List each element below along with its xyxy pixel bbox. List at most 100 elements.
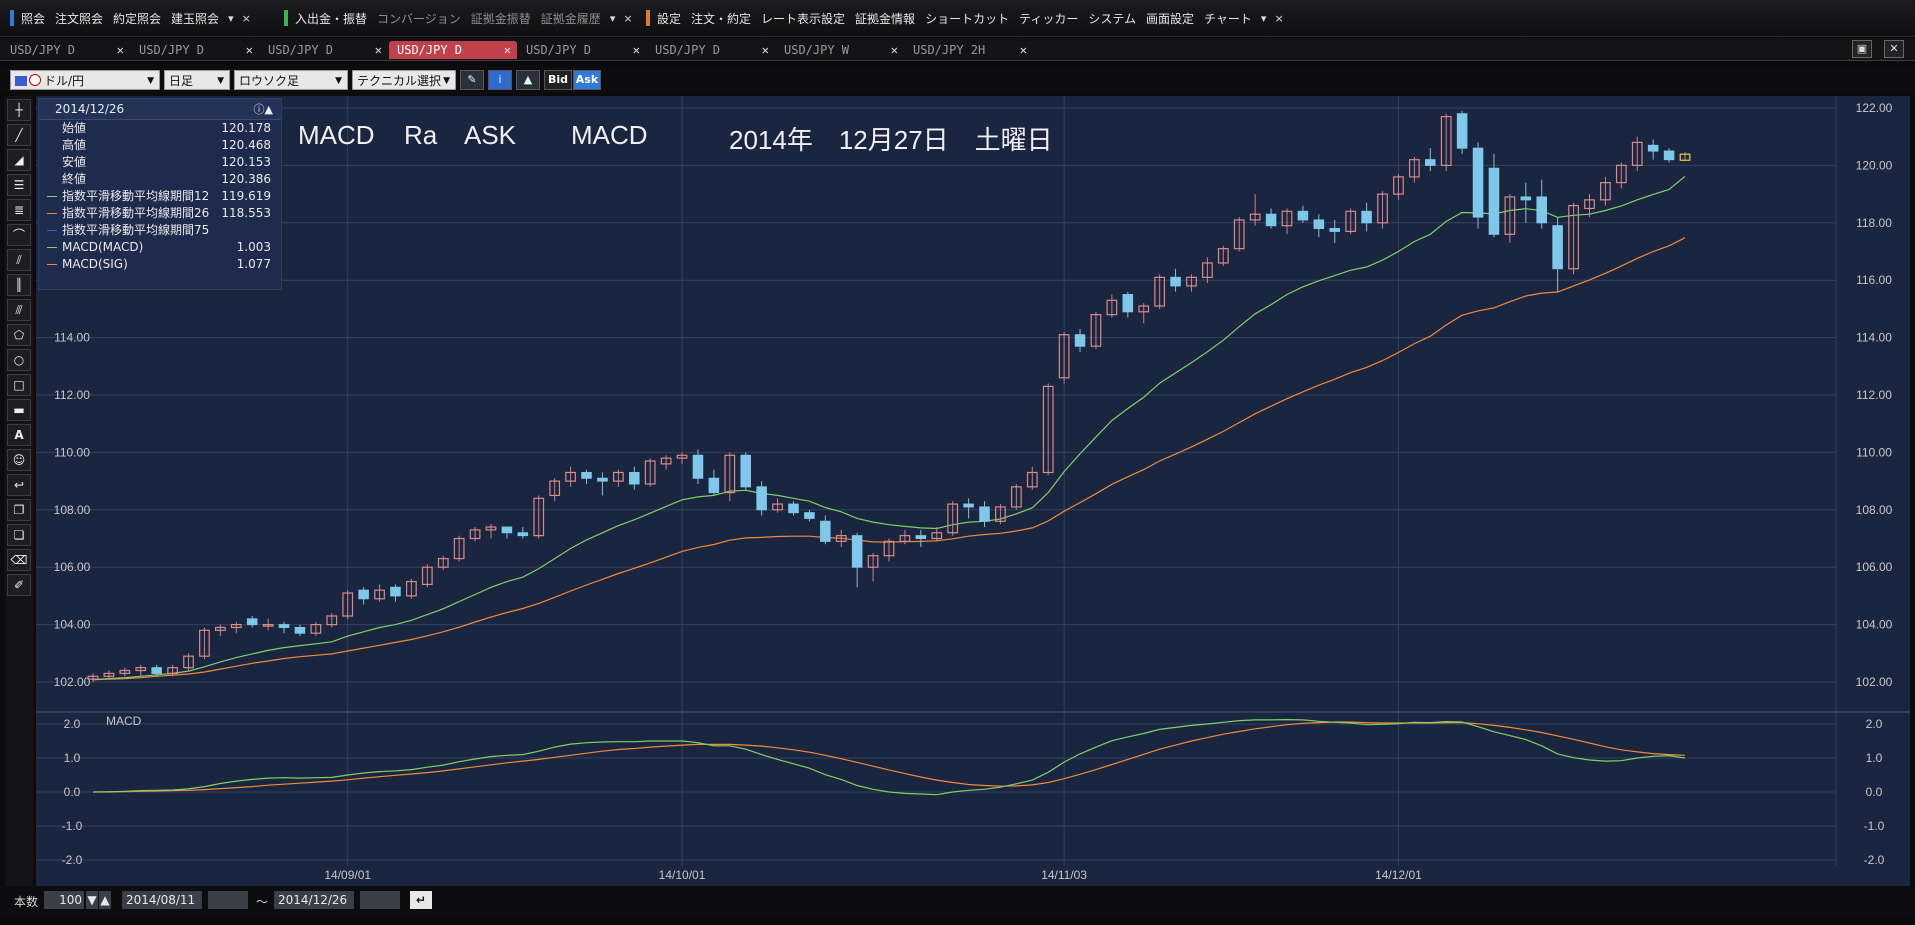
- count-input[interactable]: 100: [44, 891, 84, 909]
- menu-ticker[interactable]: ティッカー: [1014, 10, 1083, 27]
- menu-order-execution[interactable]: 注文・約定: [686, 10, 756, 27]
- menu-close-icon[interactable]: ×: [238, 12, 255, 25]
- from-time-input[interactable]: [208, 891, 248, 909]
- tab-usdjpy-6[interactable]: USD/JPY D ✕: [647, 41, 775, 59]
- price-chart[interactable]: 122.00 120.00 118.00 116.00 114.00 114.00 112.…: [36, 96, 1910, 713]
- close-icon[interactable]: ✕: [1020, 41, 1027, 59]
- menu-margin-info[interactable]: 証拠金情報: [850, 10, 920, 27]
- currency-select[interactable]: ドル/円 ▼: [10, 70, 160, 90]
- fan-icon[interactable]: ⌒: [7, 224, 31, 246]
- macd-chart[interactable]: 2.0 2.0 1.0 1.0 0.0 0.0 -1.0 -1.0 -2.0 -2.0 14/09/…: [36, 713, 1910, 886]
- chevron-down-icon: ▼: [443, 76, 450, 86]
- tab-usdjpy-1[interactable]: USD/JPY D ✕: [2, 41, 130, 59]
- menu-system[interactable]: システム: [1083, 10, 1141, 27]
- menu-conversion[interactable]: コンバージョン: [372, 10, 466, 27]
- menu-margin-history[interactable]: 証拠金履歴: [536, 10, 606, 27]
- info-label-text: MACD(SIG): [62, 257, 128, 271]
- group-marker: [646, 10, 650, 26]
- candle-body-down: [692, 454, 704, 479]
- candle-body-down: [1074, 334, 1086, 347]
- menu-screen-settings[interactable]: 画面設定: [1141, 10, 1199, 27]
- close-icon[interactable]: ✕: [504, 41, 511, 59]
- period-select[interactable]: 日足 ▼: [164, 70, 230, 90]
- close-window-icon[interactable]: ✕: [1884, 40, 1904, 58]
- crosshair-icon[interactable]: ┼: [7, 99, 31, 121]
- close-icon[interactable]: ✕: [891, 41, 898, 59]
- info-row-label: 指数平滑移動平均線期間12: [47, 188, 209, 205]
- menu-margin-transfer[interactable]: 証拠金振替: [466, 10, 536, 27]
- menu-close-icon[interactable]: ×: [1270, 12, 1287, 25]
- close-icon[interactable]: ✕: [633, 41, 640, 59]
- menu-dropdown-icon[interactable]: ▾: [606, 12, 620, 25]
- pentagon-icon[interactable]: ⬠: [7, 324, 31, 346]
- tab-usdjpy-active[interactable]: USD/JPY D ✕: [389, 41, 517, 59]
- circle-icon[interactable]: ○: [7, 349, 31, 371]
- maximize-icon[interactable]: ▣: [1852, 40, 1872, 58]
- tab-usdjpy-3[interactable]: USD/JPY D ✕: [260, 41, 388, 59]
- chart-shape-icon[interactable]: ▲: [516, 70, 540, 90]
- technical-label: テクニカル選択: [357, 74, 442, 88]
- erase-all-icon[interactable]: ✐: [7, 574, 31, 596]
- separator-icon[interactable]: ▬: [7, 399, 31, 421]
- menu-settings[interactable]: 設定: [652, 10, 686, 27]
- copy-icon[interactable]: ❐: [7, 499, 31, 521]
- ruler-icon[interactable]: ◢: [7, 149, 31, 171]
- tab-usdjpy-w[interactable]: USD/JPY W ✕: [776, 41, 904, 59]
- undo-icon[interactable]: ↩: [7, 474, 31, 496]
- tab-label: USD/JPY D: [655, 43, 721, 57]
- info-label-text: 指数平滑移動平均線期間26: [62, 206, 210, 220]
- menu-shortcut[interactable]: ショートカット: [920, 10, 1014, 27]
- menu-position-inquiry[interactable]: 建玉照会: [166, 10, 224, 27]
- menu-rate-display[interactable]: レート表示設定: [756, 10, 850, 27]
- menu-chart[interactable]: チャート: [1199, 10, 1257, 27]
- to-date-input[interactable]: 2014/12/26: [274, 891, 354, 909]
- chart-type-select[interactable]: ロウソク足 ▼: [234, 70, 348, 90]
- from-date-input[interactable]: 2014/08/11: [122, 891, 202, 909]
- candle-body-down: [294, 626, 306, 634]
- bid-toggle[interactable]: Bid: [544, 70, 572, 90]
- count-up-icon[interactable]: ▲: [99, 891, 111, 909]
- series-swatch: [47, 264, 57, 265]
- fibonacci-icon[interactable]: ≣: [7, 199, 31, 221]
- tab-usdjpy-2h[interactable]: USD/JPY 2H ✕: [905, 41, 1033, 59]
- to-time-input[interactable]: [360, 891, 400, 909]
- ask-toggle[interactable]: Ask: [573, 70, 601, 90]
- vertical-lines-icon[interactable]: ║: [7, 274, 31, 296]
- channel-icon[interactable]: ⫻: [7, 299, 31, 321]
- rectangle-icon[interactable]: □: [7, 374, 31, 396]
- horizontal-lines-icon[interactable]: ☰: [7, 174, 31, 196]
- close-icon[interactable]: ✕: [117, 41, 124, 59]
- close-icon[interactable]: ✕: [762, 41, 769, 59]
- technical-select[interactable]: テクニカル選択 ▼: [352, 70, 456, 90]
- count-down-icon[interactable]: ▼: [86, 891, 98, 909]
- text-icon[interactable]: A: [7, 424, 31, 446]
- period-label: 日足: [169, 74, 194, 88]
- menu-execution-inquiry[interactable]: 約定照会: [108, 10, 166, 27]
- return-icon[interactable]: ↵: [410, 891, 432, 909]
- candle-body-down: [756, 486, 767, 511]
- gann-fan-icon[interactable]: ⫽: [7, 249, 31, 271]
- trendline-icon[interactable]: ╱: [7, 124, 31, 146]
- menu-order-inquiry[interactable]: 注文照会: [50, 10, 108, 27]
- tab-usdjpy-5[interactable]: USD/JPY D ✕: [518, 41, 646, 59]
- close-icon[interactable]: ✕: [375, 41, 382, 59]
- count-label: 本数: [14, 895, 39, 909]
- paste-icon[interactable]: ❏: [7, 524, 31, 546]
- info-collapse-icon[interactable]: ⓘ▲: [254, 101, 273, 117]
- group-marker: [10, 10, 14, 26]
- info-icon[interactable]: i: [488, 70, 512, 90]
- eraser-icon[interactable]: ⌫: [7, 549, 31, 571]
- chart-area[interactable]: 122.00 120.00 118.00 116.00 114.00 114.00 112.…: [36, 96, 1910, 886]
- menu-inquiry[interactable]: 照会: [16, 10, 50, 27]
- pen-icon[interactable]: ✎: [460, 70, 484, 90]
- candle-body-down: [1425, 159, 1436, 166]
- menu-dropdown-icon[interactable]: ▾: [1257, 12, 1271, 25]
- tab-usdjpy-2[interactable]: USD/JPY D ✕: [131, 41, 259, 59]
- close-icon[interactable]: ✕: [246, 41, 253, 59]
- x-tick-label: 14/09/01: [324, 868, 371, 882]
- menu-dropdown-icon[interactable]: ▾: [224, 12, 238, 25]
- menu-deposit-transfer[interactable]: 入出金・振替: [290, 10, 372, 27]
- menu-close-icon[interactable]: ×: [619, 12, 636, 25]
- emoji-icon[interactable]: ☺: [7, 449, 31, 471]
- info-row: 高値 120.468: [39, 137, 281, 154]
